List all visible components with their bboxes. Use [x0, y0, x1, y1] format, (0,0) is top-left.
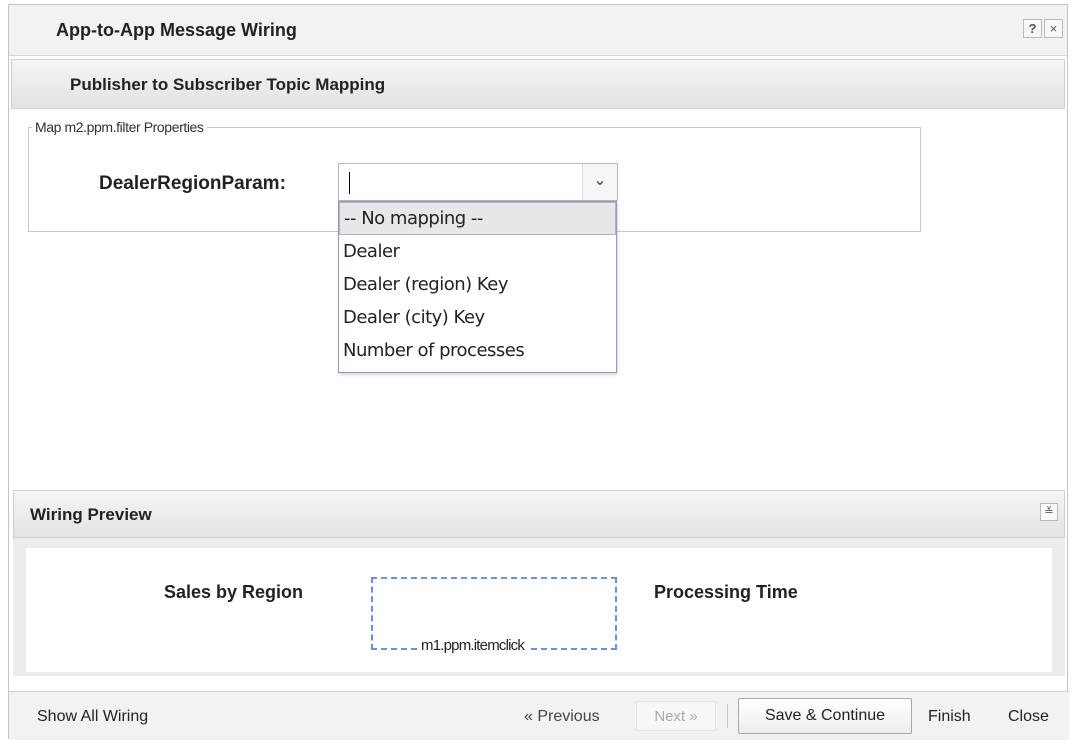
option-dealer[interactable]: Dealer [339, 235, 616, 268]
save-continue-button[interactable]: Save & Continue [738, 698, 912, 734]
dealer-region-param-label: DealerRegionParam: [99, 173, 286, 194]
fieldset-legend: Map m2.ppm.filter Properties [32, 119, 207, 135]
subscriber-name: Processing Time [654, 582, 798, 602]
publisher-name: Sales by Region [164, 582, 304, 602]
chevron-down-icon[interactable]: ⌄ [582, 164, 617, 200]
wiring-preview-body: Sales by Region m1.ppm.itemclick Process… [13, 538, 1065, 676]
close-button[interactable]: Close [1008, 708, 1049, 726]
combobox-input[interactable] [349, 170, 579, 196]
section-header: Publisher to Subscriber Topic Mapping [11, 59, 1065, 109]
section-title: Publisher to Subscriber Topic Mapping [70, 75, 386, 94]
option-number-of-processes[interactable]: Number of processes [339, 334, 616, 367]
wiring-preview-header: Wiring Preview ≚ [13, 490, 1065, 538]
close-icon[interactable]: × [1044, 19, 1063, 38]
wiring-preview-title: Wiring Preview [30, 505, 152, 524]
option-no-mapping[interactable]: -- No mapping -- [339, 202, 616, 235]
collapse-icon[interactable]: ≚ [1040, 503, 1058, 521]
previous-button[interactable]: « Previous [524, 708, 600, 726]
wire-event-label: m1.ppm.itemclick [418, 637, 528, 654]
wire-connection: m1.ppm.itemclick [371, 577, 617, 654]
finish-button[interactable]: Finish [928, 708, 971, 726]
dialog-title: App-to-App Message Wiring [56, 20, 297, 40]
option-dealer-city-key[interactable]: Dealer (city) Key [339, 301, 616, 334]
footer-divider [727, 704, 728, 728]
dialog-titlebar: App-to-App Message Wiring ? × [9, 5, 1067, 56]
next-button[interactable]: Next » [636, 701, 716, 731]
dialog-footer: Show All Wiring « Previous Next » Save &… [9, 691, 1069, 740]
dealer-region-param-combobox[interactable]: ⌄ [338, 163, 618, 201]
option-dealer-region-key[interactable]: Dealer (region) Key [339, 268, 616, 301]
text-cursor [349, 172, 350, 194]
wiring-preview-canvas: Sales by Region m1.ppm.itemclick Process… [26, 548, 1052, 672]
mapping-dropdown-list: -- No mapping -- Dealer Dealer (region) … [338, 201, 617, 373]
help-icon[interactable]: ? [1023, 19, 1042, 38]
show-all-wiring-link[interactable]: Show All Wiring [37, 708, 148, 726]
